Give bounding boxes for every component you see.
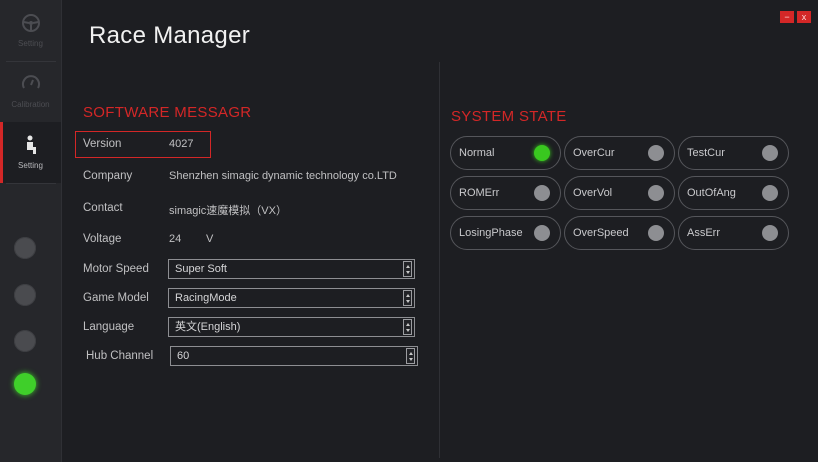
state-label: AssErr <box>687 227 720 239</box>
state-led-icon <box>648 185 664 201</box>
software-section-title: SOFTWARE MESSAGR <box>83 104 252 121</box>
state-label: TestCur <box>687 147 725 159</box>
state-led-icon <box>534 185 550 201</box>
contact-label: Contact <box>83 202 123 214</box>
page-title: Race Manager <box>89 22 251 49</box>
state-outofang: OutOfAng <box>678 176 789 210</box>
hub-channel-select[interactable]: 60 <box>170 346 418 366</box>
vertical-divider <box>439 62 440 458</box>
motor-speed-label: Motor Speed <box>83 263 149 275</box>
spin-arrows-icon[interactable] <box>403 290 412 306</box>
state-overcur: OverCur <box>564 136 675 170</box>
status-dot <box>14 330 36 352</box>
spin-arrows-icon[interactable] <box>406 348 415 364</box>
state-label: OverSpeed <box>573 227 629 239</box>
state-label: Normal <box>459 147 495 159</box>
language-select[interactable]: 英文(English) <box>168 317 415 337</box>
state-label: OutOfAng <box>687 187 736 199</box>
system-state-title: SYSTEM STATE <box>451 108 567 125</box>
sidebar-item-label: Setting <box>18 161 43 170</box>
voltage-label: Voltage <box>83 233 122 245</box>
company-value: Shenzhen simagic dynamic technology co.L… <box>169 170 397 182</box>
state-label: ROMErr <box>459 187 500 199</box>
company-label: Company <box>83 170 133 182</box>
state-label: OverVol <box>573 187 613 199</box>
motor-speed-select[interactable]: Super Soft <box>168 259 415 279</box>
state-label: LosingPhase <box>459 227 523 239</box>
state-led-icon <box>762 185 778 201</box>
person-seat-icon <box>26 135 36 154</box>
state-overvol: OverVol <box>564 176 675 210</box>
language-value: 英文(English) <box>175 321 241 333</box>
version-value: 4027 <box>169 138 194 150</box>
sidebar-item-label: Setting <box>18 39 43 48</box>
state-overspeed: OverSpeed <box>564 216 675 250</box>
status-dot <box>14 237 36 259</box>
state-led-icon <box>648 225 664 241</box>
sidebar-item-label: Calibration <box>11 100 50 109</box>
hub-channel-value: 60 <box>177 350 190 362</box>
status-dot-active <box>14 373 36 395</box>
language-label: Language <box>83 321 135 333</box>
state-normal: Normal <box>450 136 561 170</box>
state-led-icon <box>762 225 778 241</box>
sidebar-item-calibration[interactable]: Calibration <box>0 61 61 122</box>
spin-arrows-icon[interactable] <box>403 319 412 335</box>
state-led-icon <box>762 145 778 161</box>
hub-channel-label: Hub Channel <box>86 350 154 362</box>
status-dot <box>14 284 36 306</box>
voltage-value: 24 <box>169 233 182 245</box>
state-asserr: AssErr <box>678 216 789 250</box>
gauge-icon <box>21 75 40 89</box>
game-model-value: RacingMode <box>175 292 237 304</box>
state-losingphase: LosingPhase <box>450 216 561 250</box>
state-led-icon <box>534 145 550 161</box>
sidebar-item-setting[interactable]: Setting <box>0 0 61 61</box>
version-label: Version <box>83 138 122 150</box>
steering-wheel-icon <box>21 14 40 32</box>
divider <box>6 183 56 184</box>
sidebar-item-setting-active[interactable]: Setting <box>0 122 61 183</box>
sidebar: Setting Calibration Setting <box>0 0 62 462</box>
spin-arrows-icon[interactable] <box>403 261 412 277</box>
state-led-icon <box>534 225 550 241</box>
game-model-select[interactable]: RacingMode <box>168 288 415 308</box>
state-label: OverCur <box>573 147 615 159</box>
close-button[interactable]: x <box>797 11 811 23</box>
state-led-icon <box>648 145 664 161</box>
game-model-label: Game Model <box>83 292 149 304</box>
minimize-button[interactable]: − <box>780 11 794 23</box>
voltage-unit: V <box>206 233 214 245</box>
state-romerr: ROMErr <box>450 176 561 210</box>
motor-speed-value: Super Soft <box>175 263 227 275</box>
state-testcur: TestCur <box>678 136 789 170</box>
contact-value: simagic速魔模拟（VX） <box>169 205 287 217</box>
